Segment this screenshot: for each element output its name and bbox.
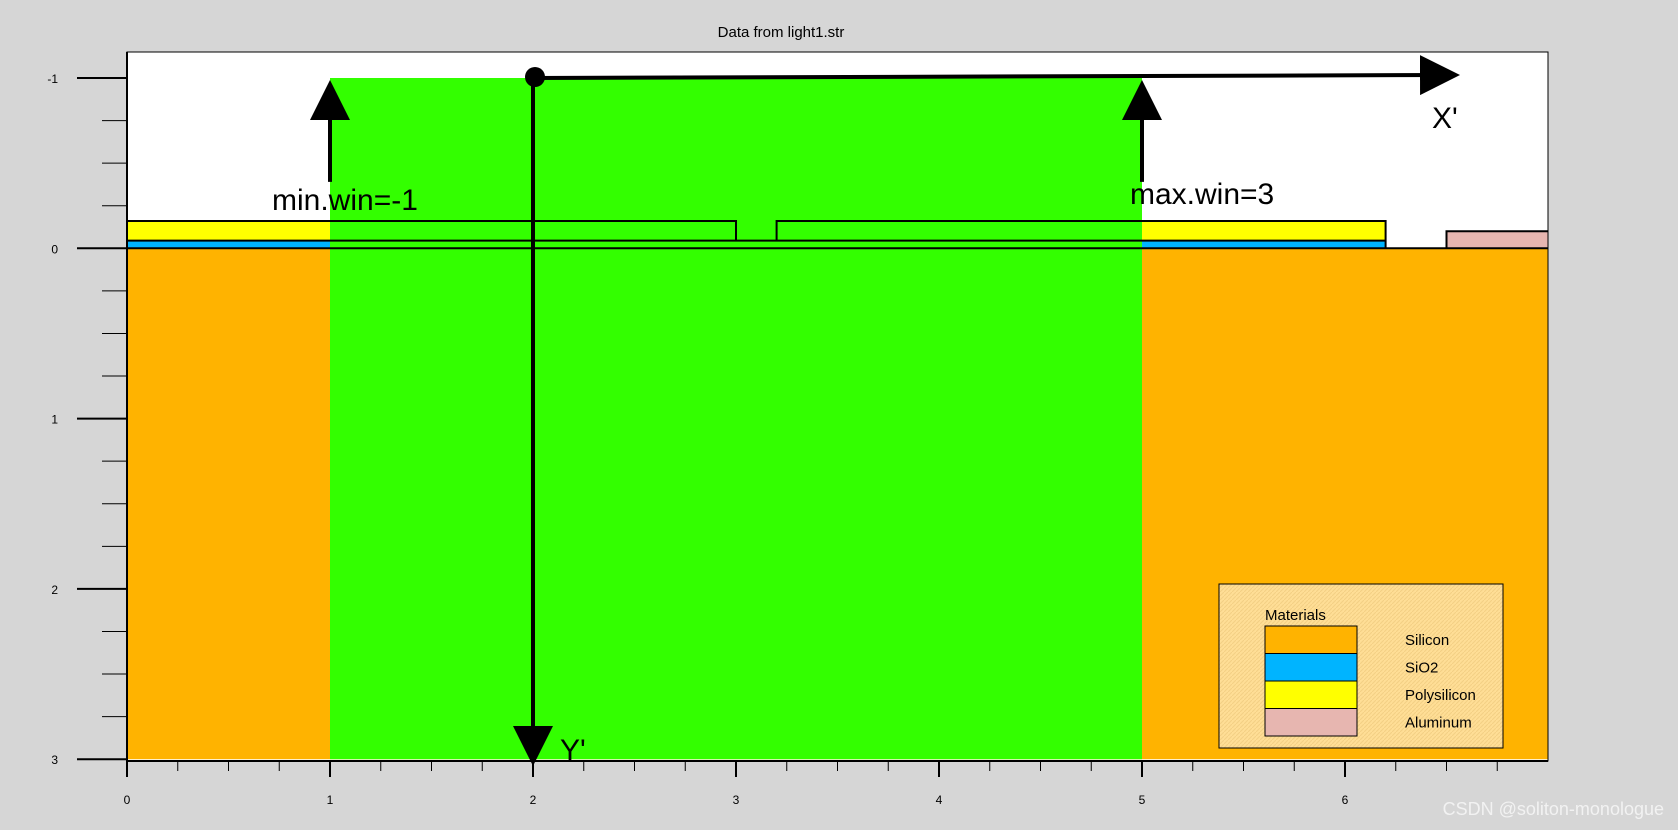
legend-label-silicon: Silicon bbox=[1405, 632, 1449, 649]
y-axis-prime-label: Y' bbox=[560, 734, 586, 767]
x-tick-label-0: 0 bbox=[124, 793, 131, 807]
highlight-window bbox=[330, 78, 1142, 760]
region-aluminum-4 bbox=[1446, 231, 1548, 249]
legend-label-sio2: SiO2 bbox=[1405, 660, 1438, 677]
origin-point bbox=[525, 67, 545, 87]
y-tick-label-1: 0 bbox=[51, 242, 58, 256]
structure-plot: Data from light1.str -1 0 1 2 3 0 1 2 3 4 5 6 min.w… bbox=[47, 24, 1549, 807]
x-tick-label-3: 3 bbox=[733, 793, 740, 807]
highlight-window-fill bbox=[330, 78, 1142, 760]
x-tick-label-1: 1 bbox=[327, 793, 334, 807]
legend: Materials Silicon SiO2 Polysilicon Aluminum bbox=[1218, 583, 1504, 749]
min-window-label: min.win=-1 bbox=[272, 184, 418, 217]
y-tick-label-3: 2 bbox=[51, 583, 58, 597]
x-tick-label-4: 4 bbox=[936, 793, 943, 807]
legend-label-polysilicon: Polysilicon bbox=[1405, 687, 1476, 704]
y-tick-label-4: 3 bbox=[51, 753, 58, 767]
legend-label-aluminum: Aluminum bbox=[1405, 715, 1472, 732]
max-window-label: max.win=3 bbox=[1130, 178, 1274, 211]
x-tick-label-2: 2 bbox=[530, 793, 537, 807]
legend-swatch-aluminum bbox=[1264, 708, 1358, 737]
legend-swatch-polysilicon bbox=[1264, 680, 1358, 709]
x-tick-label-6: 6 bbox=[1342, 793, 1349, 807]
y-tick-label-0: -1 bbox=[47, 72, 58, 86]
legend-title: Materials bbox=[1265, 607, 1326, 624]
watermark: CSDN @soliton-monologue bbox=[1442, 799, 1664, 819]
chart-title: Data from light1.str bbox=[718, 24, 845, 41]
legend-swatch-sio2 bbox=[1264, 653, 1358, 682]
legend-swatch-silicon bbox=[1264, 625, 1358, 654]
x-tick-label-5: 5 bbox=[1139, 793, 1146, 807]
x-axis-prime-label: X' bbox=[1432, 102, 1458, 135]
y-tick-label-2: 1 bbox=[51, 413, 58, 427]
